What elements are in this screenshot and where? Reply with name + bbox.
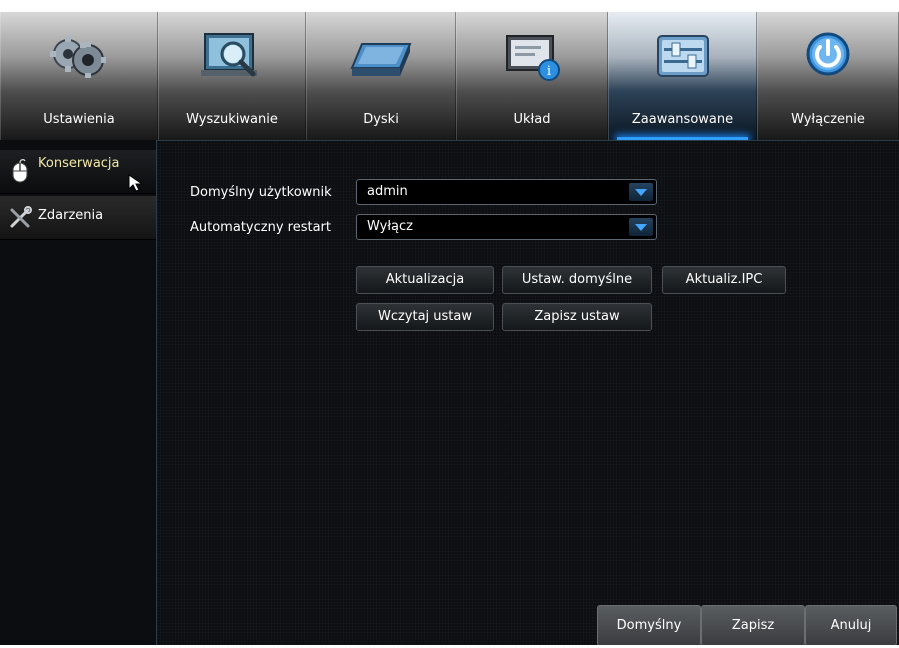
tab-label: Wyszukiwanie (186, 112, 278, 127)
chevron-down-icon[interactable] (629, 218, 653, 236)
auto-restart-select[interactable]: Wyłącz (356, 214, 657, 240)
save-settings-button[interactable]: Zapisz ustaw (502, 303, 652, 331)
update-ipc-button[interactable]: Aktualiz.IPC (662, 266, 786, 294)
set-defaults-button[interactable]: Ustaw. domyślne (502, 266, 652, 294)
default-user-value: admin (367, 184, 408, 199)
tab-label: Ustawienia (43, 112, 115, 127)
power-icon (806, 32, 850, 76)
mouse-cursor-icon (128, 174, 144, 192)
auto-restart-value: Wyłącz (367, 219, 413, 234)
tab-ustawienia[interactable]: Ustawienia (0, 12, 158, 140)
auto-restart-label: Automatyczny restart (190, 220, 331, 235)
sidebar-item-konserwacja[interactable]: Konserwacja (0, 150, 156, 194)
tab-wylaczenie[interactable]: Wyłączenie (757, 12, 899, 140)
sidebar-item-label: Konserwacja (38, 156, 120, 171)
tab-dyski[interactable]: Dyski (306, 12, 456, 140)
load-settings-button[interactable]: Wczytaj ustaw (356, 303, 494, 331)
tools-icon (10, 206, 32, 228)
default-user-label: Domyślny użytkownik (190, 185, 332, 200)
sidebar: Konserwacja Zdarzenia (0, 140, 156, 645)
system-info-icon: i (506, 35, 560, 81)
sliders-icon (656, 35, 709, 77)
mouse-icon (12, 159, 28, 183)
tab-label: Dyski (363, 112, 399, 127)
chevron-down-icon[interactable] (629, 183, 653, 201)
cancel-button[interactable]: Anuluj (805, 605, 897, 645)
maintenance-panel: Domyślny użytkownik admin Automatyczny r… (156, 140, 899, 645)
dvr-settings-screen: Ustawienia Wyszukiwanie Dyski i Układ Za… (0, 12, 899, 645)
tab-zaawansowane[interactable]: Zaawansowane (608, 12, 757, 140)
svg-text:i: i (547, 64, 551, 79)
save-button[interactable]: Zapisz (701, 605, 805, 645)
tab-wyszukiwanie[interactable]: Wyszukiwanie (158, 12, 306, 140)
tab-label: Zaawansowane (631, 112, 734, 127)
tab-label: Układ (513, 112, 551, 127)
sidebar-item-zdarzenia[interactable]: Zdarzenia (0, 196, 156, 240)
default-button[interactable]: Domyślny (597, 605, 701, 645)
disk-icon (350, 43, 412, 76)
default-user-select[interactable]: admin (356, 179, 657, 205)
sidebar-item-label: Zdarzenia (38, 208, 104, 223)
search-icon (201, 33, 257, 77)
top-menu-bar: Ustawienia Wyszukiwanie Dyski i Układ Za… (0, 12, 899, 140)
gears-icon (50, 36, 106, 78)
update-button[interactable]: Aktualizacja (356, 266, 494, 294)
tab-label: Wyłączenie (791, 112, 865, 127)
tab-uklad[interactable]: i Układ (456, 12, 608, 140)
